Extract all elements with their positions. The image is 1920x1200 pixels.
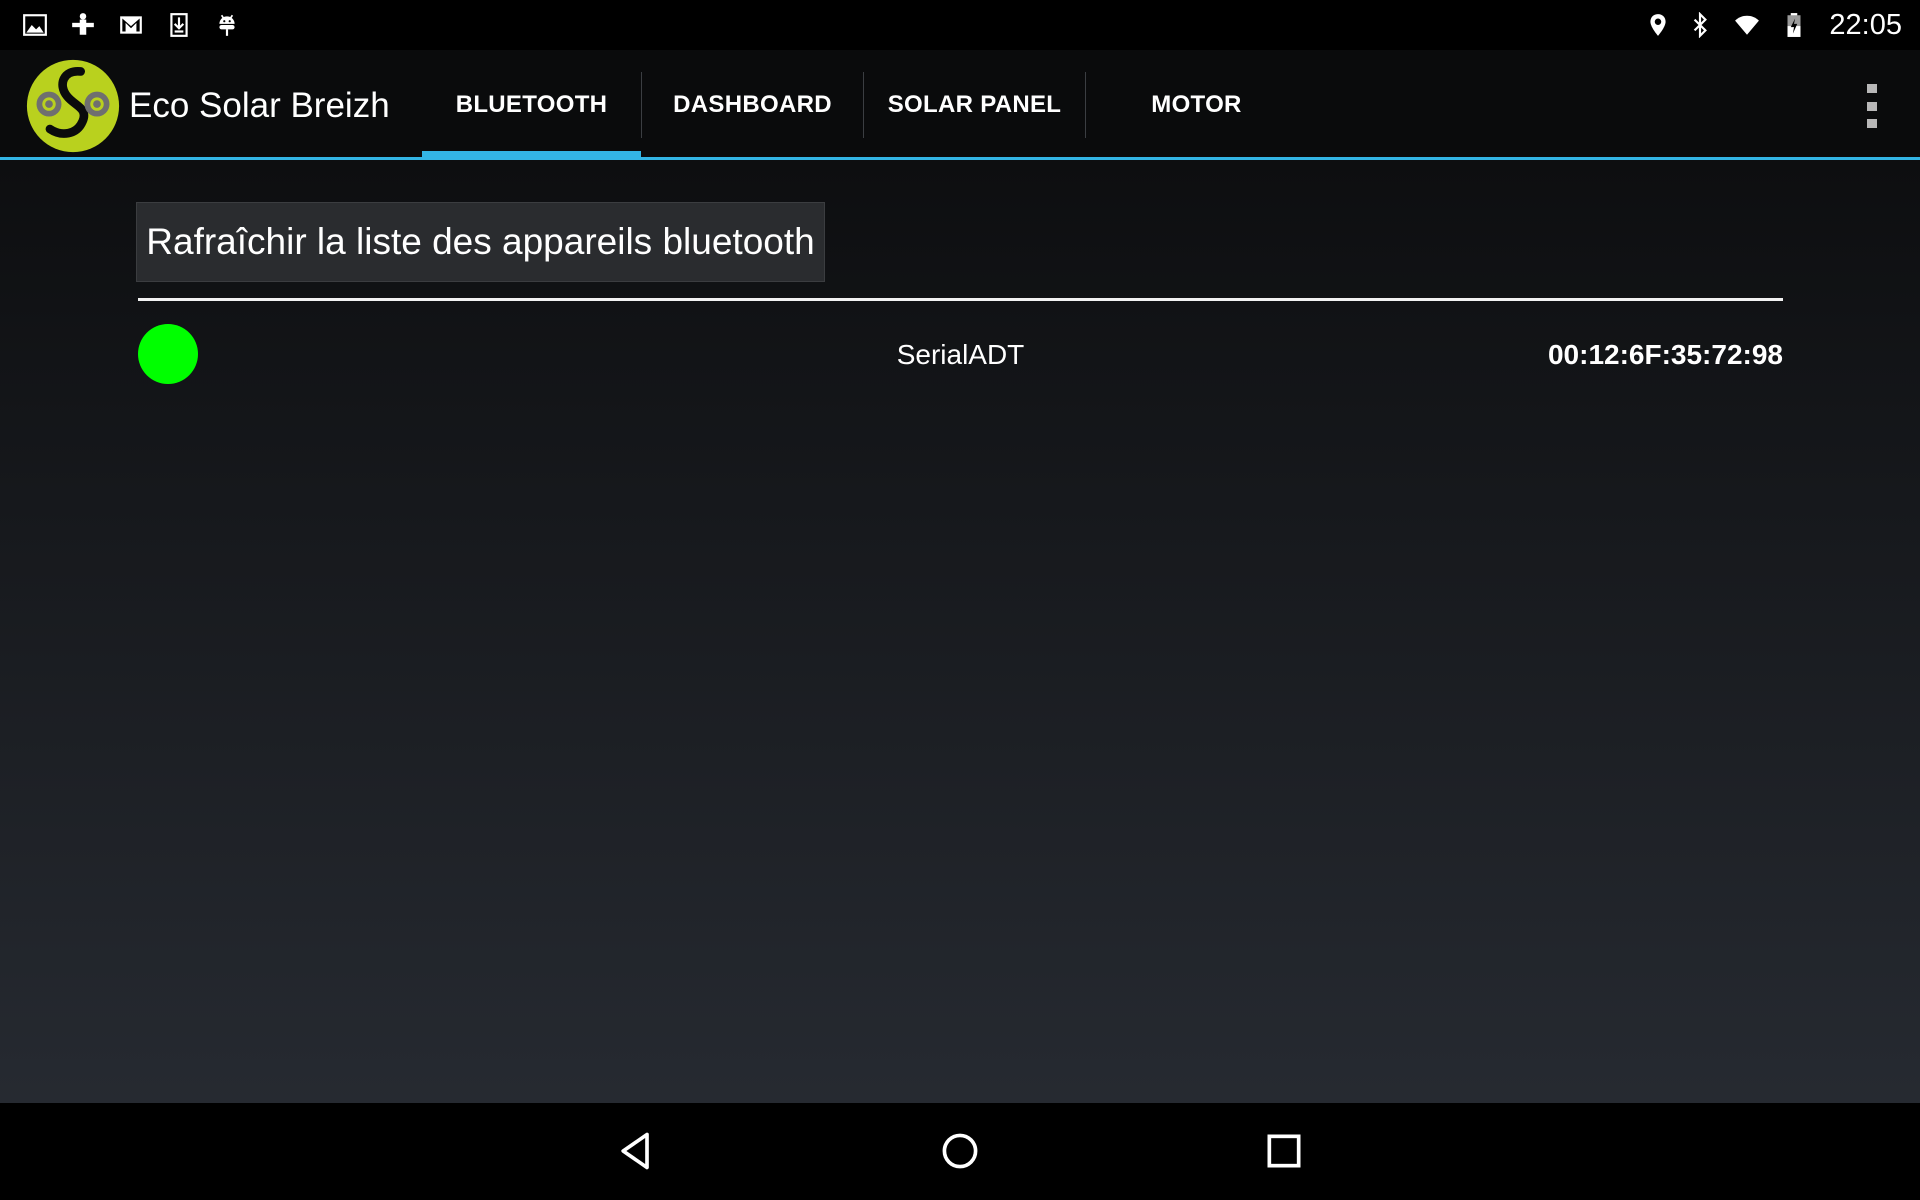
image-icon <box>22 12 48 38</box>
app-logo[interactable] <box>24 58 122 154</box>
gmail-icon <box>118 12 144 38</box>
clock: 22:05 <box>1829 8 1902 41</box>
device-list-item[interactable]: SerialADT 00:12:6F:35:72:98 <box>138 322 1783 386</box>
status-bar: 22:05 <box>0 0 1920 50</box>
tab-motor[interactable]: MOTOR <box>1086 50 1307 160</box>
device-name: SerialADT <box>896 339 1025 370</box>
overflow-menu-icon[interactable] <box>1862 84 1882 128</box>
notification-icons <box>22 8 240 42</box>
system-icons: 22:05 <box>1645 8 1902 42</box>
android-icon <box>214 12 240 38</box>
tab-bluetooth[interactable]: BLUETOOTH <box>422 50 641 160</box>
list-divider <box>138 298 1783 301</box>
tab-solar-panel[interactable]: SOLAR PANEL <box>864 50 1085 160</box>
tab-dashboard[interactable]: DASHBOARD <box>642 50 863 160</box>
download-icon <box>166 12 192 38</box>
navigation-bar <box>0 1103 1920 1200</box>
action-bar: Eco Solar Breizh BLUETOOTH DASHBOARD SOL… <box>0 50 1920 160</box>
battery-charging-icon <box>1781 12 1807 38</box>
bluetooth-page: Rafraîchir la liste des appareils blueto… <box>0 160 1920 1103</box>
bluetooth-icon <box>1687 12 1713 38</box>
tab-bar: BLUETOOTH DASHBOARD SOLAR PANEL MOTOR <box>422 50 1307 160</box>
home-icon[interactable] <box>934 1125 986 1177</box>
media-icon <box>70 12 96 38</box>
recents-icon[interactable] <box>1258 1125 1310 1177</box>
location-icon <box>1645 12 1671 38</box>
wifi-icon <box>1729 12 1765 38</box>
refresh-devices-button[interactable]: Rafraîchir la liste des appareils blueto… <box>136 202 825 282</box>
back-icon[interactable] <box>610 1125 662 1177</box>
app-title: Eco Solar Breizh <box>129 86 390 125</box>
device-mac-address: 00:12:6F:35:72:98 <box>1547 339 1783 370</box>
